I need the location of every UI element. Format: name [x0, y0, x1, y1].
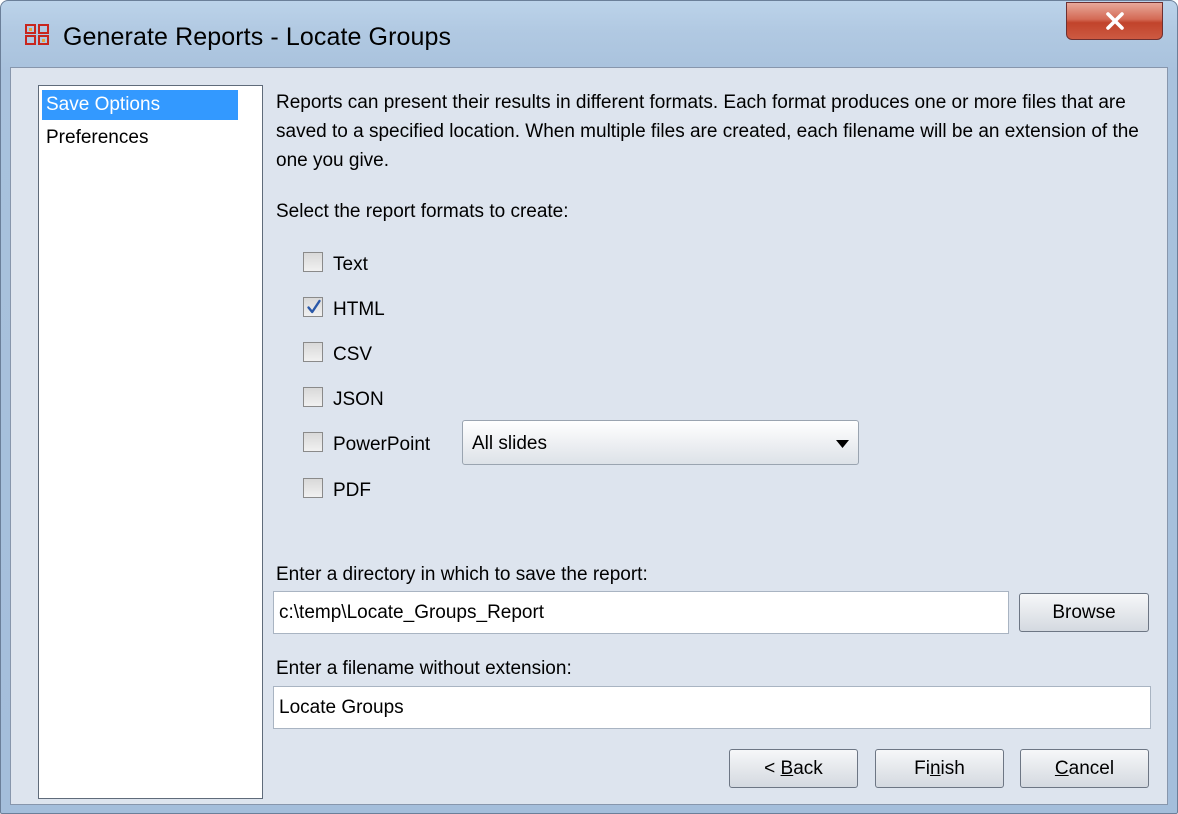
pdf-checkbox[interactable]	[303, 478, 323, 498]
csv-checkbox-label: CSV	[333, 344, 373, 365]
close-button[interactable]	[1066, 2, 1163, 40]
formats-description: Reports can present their results in dif…	[276, 92, 1139, 171]
cancel-button-mnemonic: C	[1054, 758, 1069, 779]
close-icon	[1105, 12, 1124, 30]
finish-button[interactable]: Finish	[875, 749, 1004, 788]
filename-label: Enter a filename without extension:	[276, 658, 572, 679]
dialog-window: Generate Reports - Locate Groups Save Op…	[0, 0, 1178, 814]
app-grid-icon	[25, 24, 49, 45]
options-nav-list: Save Options Preferences	[38, 85, 263, 799]
cancel-button[interactable]: Cancel	[1020, 749, 1149, 788]
text-checkbox[interactable]	[303, 252, 323, 272]
powerpoint-checkbox-label: PowerPoint	[333, 434, 431, 455]
back-button-rest: ack	[793, 758, 823, 779]
dropdown-arrow-icon	[836, 440, 849, 448]
html-checkbox[interactable]	[303, 297, 323, 317]
nav-item-save-options[interactable]: Save Options	[42, 90, 238, 120]
json-checkbox-label: JSON	[333, 389, 384, 410]
finish-button-prefix: Fi	[914, 758, 930, 779]
pdf-checkbox-label: PDF	[333, 480, 371, 501]
html-checkbox-label: HTML	[333, 299, 385, 320]
back-button-prefix: <	[764, 758, 781, 779]
check-icon	[307, 299, 321, 314]
powerpoint-checkbox[interactable]	[303, 432, 323, 452]
back-button-mnemonic: B	[780, 758, 794, 779]
finish-button-rest: ish	[940, 758, 965, 779]
powerpoint-slides-select[interactable]: All slides	[462, 420, 859, 465]
dialog-content: Save Options Preferences Reports can pre…	[10, 67, 1168, 805]
formats-label: Select the report formats to create:	[276, 201, 569, 222]
cancel-button-rest: ancel	[1068, 758, 1115, 779]
finish-button-mnemonic: n	[929, 758, 941, 779]
nav-item-preferences[interactable]: Preferences	[42, 123, 148, 153]
directory-input[interactable]	[273, 591, 1009, 634]
directory-label: Enter a directory in which to save the r…	[276, 564, 648, 585]
powerpoint-slides-value: All slides	[472, 433, 547, 454]
csv-checkbox[interactable]	[303, 342, 323, 362]
text-checkbox-label: Text	[333, 254, 368, 275]
back-button[interactable]: < Back	[729, 749, 858, 788]
filename-input[interactable]	[273, 686, 1151, 729]
json-checkbox[interactable]	[303, 387, 323, 407]
window-title: Generate Reports - Locate Groups	[63, 23, 452, 51]
browse-button[interactable]: Browse	[1019, 593, 1149, 632]
